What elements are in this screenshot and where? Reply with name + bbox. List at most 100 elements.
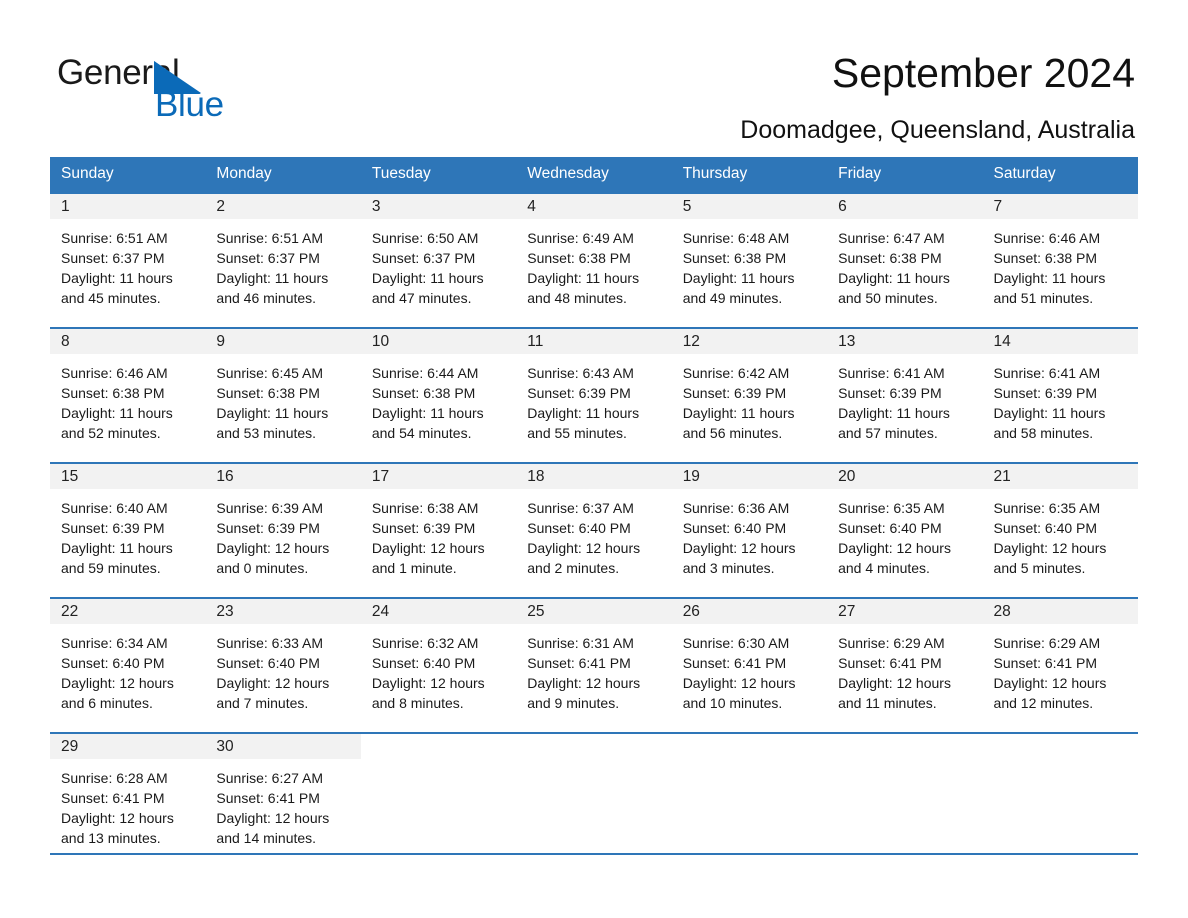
day-number: [361, 734, 516, 759]
daylight-duration-line2: and 12 minutes.: [993, 695, 1094, 711]
calendar-day-cell[interactable]: 18 Sunrise: 6:37 AM Sunset: 6:40 PM Dayligh…: [516, 462, 672, 597]
calendar-day-cell[interactable]: 17 Sunrise: 6:38 AM Sunset: 6:39 PM Dayligh…: [360, 462, 517, 597]
day-details: Sunrise: 6:46 AM Sunset: 6:38 PM Daylight:…: [50, 354, 205, 443]
calendar-day-cell[interactable]: 30 Sunrise: 6:27 AM Sunset: 6:41 PM Dayligh…: [205, 732, 361, 863]
sunrise-time: Sunrise: 6:28 AM: [61, 770, 168, 786]
sunrise-time: Sunrise: 6:50 AM: [371, 230, 479, 246]
weekday-header-saturday: Saturday: [982, 157, 1138, 192]
day-details: Sunrise: 6:45 AM Sunset: 6:38 PM Daylight:…: [205, 354, 360, 443]
day-number: 4: [516, 194, 672, 219]
calendar-day-cell[interactable]: 14 Sunrise: 6:41 AM Sunset: 6:39 PM Dayligh…: [982, 327, 1138, 462]
calendar-day-cell[interactable]: 26 Sunrise: 6:30 AM Sunset: 6:41 PM Dayligh…: [671, 597, 828, 732]
calendar-day-cell[interactable]: 28 Sunrise: 6:29 AM Sunset: 6:41 PM Dayligh…: [982, 597, 1138, 732]
sunrise-time: Sunrise: 6:32 AM: [371, 635, 479, 651]
sunset-time: Sunset: 6:37 PM: [371, 250, 476, 266]
day-number: 6: [827, 194, 983, 219]
sunset-time: Sunset: 6:40 PM: [371, 655, 476, 671]
daylight-duration-line1: Daylight: 12 hours: [527, 540, 641, 556]
sunrise-time: Sunrise: 6:47 AM: [838, 230, 945, 246]
day-details: Sunrise: 6:32 AM Sunset: 6:40 PM Daylight:…: [361, 624, 516, 713]
daylight-duration-line1: Daylight: 12 hours: [682, 540, 796, 556]
daylight-duration-line1: Daylight: 11 hours: [838, 405, 950, 421]
calendar-day-cell[interactable]: [360, 732, 517, 863]
calendar-day-cell[interactable]: 19 Sunrise: 6:36 AM Sunset: 6:40 PM Dayligh…: [671, 462, 828, 597]
calendar-day-cell[interactable]: 12 Sunrise: 6:42 AM Sunset: 6:39 PM Dayligh…: [671, 327, 828, 462]
calendar-day-cell[interactable]: 25 Sunrise: 6:31 AM Sunset: 6:41 PM Dayligh…: [516, 597, 672, 732]
day-details: Sunrise: 6:28 AM Sunset: 6:41 PM Daylight:…: [50, 759, 205, 848]
calendar-day-cell[interactable]: 7 Sunrise: 6:46 AM Sunset: 6:38 PM Daylight…: [982, 192, 1138, 327]
calendar-day-cell[interactable]: 1 Sunrise: 6:51 AM Sunset: 6:37 PM Daylight…: [50, 192, 206, 327]
calendar-day-cell[interactable]: 4 Sunrise: 6:49 AM Sunset: 6:38 PM Daylight…: [516, 192, 672, 327]
calendar-day-cell[interactable]: 10 Sunrise: 6:44 AM Sunset: 6:38 PM Dayligh…: [360, 327, 517, 462]
sunrise-time: Sunrise: 6:33 AM: [216, 635, 324, 651]
day-number: 25: [516, 599, 672, 624]
sunset-time: Sunset: 6:39 PM: [838, 385, 942, 401]
day-cell-body: 27 Sunrise: 6:29 AM Sunset: 6:41 PM Dayligh…: [827, 597, 983, 732]
calendar-day-cell[interactable]: 5 Sunrise: 6:48 AM Sunset: 6:38 PM Daylight…: [671, 192, 828, 327]
day-number: 7: [982, 194, 1138, 219]
sunrise-time: Sunrise: 6:41 AM: [838, 365, 945, 381]
sunrise-time: Sunrise: 6:41 AM: [993, 365, 1101, 381]
page-header: General Blue September 2024 Doomadgee, Q…: [0, 0, 1188, 155]
day-cell-body: 2 Sunrise: 6:51 AM Sunset: 6:37 PM Daylight…: [205, 192, 361, 327]
calendar-day-cell[interactable]: 11 Sunrise: 6:43 AM Sunset: 6:39 PM Dayligh…: [516, 327, 672, 462]
calendar-day-cell[interactable]: [827, 732, 983, 863]
calendar-bottom-rule: [50, 853, 1138, 855]
calendar-day-cell[interactable]: 29 Sunrise: 6:28 AM Sunset: 6:41 PM Dayligh…: [50, 732, 206, 863]
calendar-day-cell[interactable]: 22 Sunrise: 6:34 AM Sunset: 6:40 PM Dayligh…: [50, 597, 206, 732]
calendar-day-cell[interactable]: 13 Sunrise: 6:41 AM Sunset: 6:39 PM Dayligh…: [827, 327, 983, 462]
day-details: Sunrise: 6:27 AM Sunset: 6:41 PM Daylight:…: [205, 759, 360, 848]
daylight-duration-line2: and 53 minutes.: [216, 425, 317, 441]
day-details: Sunrise: 6:35 AM Sunset: 6:40 PM Daylight:…: [827, 489, 982, 578]
weekday-header-sunday: Sunday: [50, 157, 206, 192]
daylight-duration-line2: and 14 minutes.: [216, 830, 317, 846]
daylight-duration-line2: and 46 minutes.: [216, 290, 317, 306]
daylight-duration-line2: and 51 minutes.: [993, 290, 1094, 306]
calendar-day-cell[interactable]: 21 Sunrise: 6:35 AM Sunset: 6:40 PM Dayligh…: [982, 462, 1138, 597]
calendar-day-cell[interactable]: 23 Sunrise: 6:33 AM Sunset: 6:40 PM Dayligh…: [205, 597, 361, 732]
sunrise-time: Sunrise: 6:34 AM: [61, 635, 168, 651]
daylight-duration-line1: Daylight: 11 hours: [216, 405, 329, 421]
calendar-day-cell[interactable]: 16 Sunrise: 6:39 AM Sunset: 6:39 PM Dayligh…: [205, 462, 361, 597]
day-number: 3: [360, 194, 517, 219]
daylight-duration-line2: and 11 minutes.: [838, 695, 937, 711]
calendar-day-cell[interactable]: 27 Sunrise: 6:29 AM Sunset: 6:41 PM Dayligh…: [827, 597, 983, 732]
calendar-day-cell[interactable]: [671, 732, 828, 863]
day-details: Sunrise: 6:39 AM Sunset: 6:39 PM Daylight:…: [205, 489, 360, 578]
sunrise-time: Sunrise: 6:31 AM: [527, 635, 634, 651]
day-number: 12: [671, 329, 828, 354]
calendar-day-cell[interactable]: 2 Sunrise: 6:51 AM Sunset: 6:37 PM Daylight…: [205, 192, 361, 327]
sunset-time: Sunset: 6:38 PM: [216, 385, 320, 401]
sunrise-time: Sunrise: 6:51 AM: [216, 230, 324, 246]
general-blue-logo[interactable]: General Blue: [57, 52, 317, 132]
calendar-day-cell[interactable]: 6 Sunrise: 6:47 AM Sunset: 6:38 PM Daylight…: [827, 192, 983, 327]
day-cell-body: 10 Sunrise: 6:44 AM Sunset: 6:38 PM Dayligh…: [360, 327, 517, 462]
calendar-day-cell[interactable]: [982, 732, 1138, 863]
calendar-day-cell[interactable]: 15 Sunrise: 6:40 AM Sunset: 6:39 PM Dayligh…: [50, 462, 206, 597]
daylight-duration-line2: and 9 minutes.: [527, 695, 620, 711]
calendar-day-cell[interactable]: [516, 732, 672, 863]
daylight-duration-line2: and 48 minutes.: [527, 290, 627, 306]
calendar-day-cell[interactable]: 20 Sunrise: 6:35 AM Sunset: 6:40 PM Dayligh…: [827, 462, 983, 597]
day-details: Sunrise: 6:36 AM Sunset: 6:40 PM Daylight:…: [672, 489, 827, 578]
calendar-day-cell[interactable]: 24 Sunrise: 6:32 AM Sunset: 6:40 PM Dayligh…: [360, 597, 517, 732]
daylight-duration-line2: and 8 minutes.: [371, 695, 464, 711]
day-details: Sunrise: 6:47 AM Sunset: 6:38 PM Daylight:…: [827, 219, 982, 308]
calendar-day-cell[interactable]: 8 Sunrise: 6:46 AM Sunset: 6:38 PM Daylight…: [50, 327, 206, 462]
sunrise-time: Sunrise: 6:38 AM: [371, 500, 479, 516]
day-cell-body: [360, 732, 517, 863]
daylight-duration-line1: Daylight: 12 hours: [61, 675, 174, 691]
day-cell-body: 8 Sunrise: 6:46 AM Sunset: 6:38 PM Daylight…: [50, 327, 206, 462]
daylight-duration-line1: Daylight: 11 hours: [993, 270, 1106, 286]
daylight-duration-line1: Daylight: 11 hours: [216, 270, 329, 286]
day-cell-body: 3 Sunrise: 6:50 AM Sunset: 6:37 PM Daylight…: [360, 192, 517, 327]
calendar-day-cell[interactable]: 9 Sunrise: 6:45 AM Sunset: 6:38 PM Daylight…: [205, 327, 361, 462]
day-details: Sunrise: 6:40 AM Sunset: 6:39 PM Daylight:…: [50, 489, 205, 578]
daylight-duration-line2: and 7 minutes.: [216, 695, 309, 711]
daylight-duration-line1: Daylight: 11 hours: [682, 270, 795, 286]
day-cell-body: 15 Sunrise: 6:40 AM Sunset: 6:39 PM Dayligh…: [50, 462, 206, 597]
day-cell-body: [982, 732, 1138, 863]
day-cell-body: 14 Sunrise: 6:41 AM Sunset: 6:39 PM Dayligh…: [982, 327, 1138, 462]
day-details: Sunrise: 6:35 AM Sunset: 6:40 PM Daylight:…: [983, 489, 1138, 578]
calendar-day-cell[interactable]: 3 Sunrise: 6:50 AM Sunset: 6:37 PM Daylight…: [360, 192, 517, 327]
